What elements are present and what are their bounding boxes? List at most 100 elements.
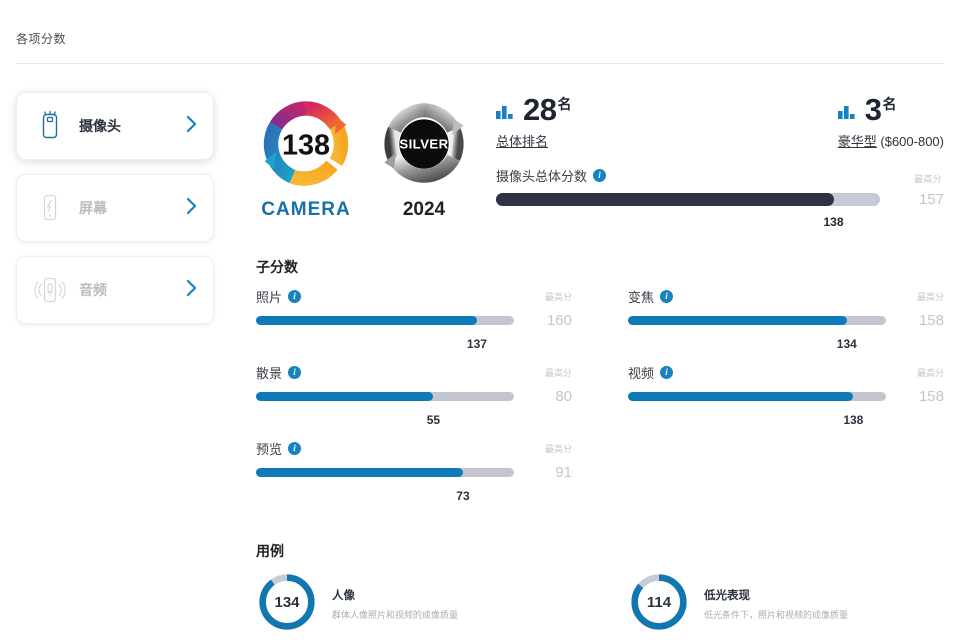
sub-score-max-label: 最高分: [916, 368, 944, 378]
info-icon[interactable]: i: [288, 290, 302, 303]
overall-score-max-label: 最高分: [914, 174, 942, 184]
segment-rank[interactable]: 3名 豪华型 ($600-800): [837, 92, 944, 150]
use-case-name: 人像: [332, 590, 355, 602]
badges: 138 CAMERA SILVER 2024: [256, 92, 474, 221]
award-badge-tier: SILVER: [399, 136, 448, 151]
main-content: 138 CAMERA SILVER 2024 28名 总体排名 3名 豪华型 (…: [214, 92, 960, 640]
sub-score-item: 照片 i 最高分 160 137: [256, 287, 572, 353]
sub-scores-grid: 照片 i 最高分 160 137 变焦 i 最高分 158 134 散景 i 最…: [256, 287, 944, 515]
score-badge-caption: CAMERA: [261, 199, 351, 220]
award-badge: SILVER 2024: [374, 96, 474, 221]
sub-score-track: [256, 468, 514, 477]
silver-award-icon: SILVER: [384, 103, 464, 183]
sub-score-fill: [256, 392, 434, 401]
sub-score-max-value: 158: [918, 388, 944, 405]
segment-rank-value: 3: [864, 92, 882, 127]
summary-row: 138 CAMERA SILVER 2024 28名 总体排名 3名 豪华型 (…: [256, 92, 944, 231]
sub-score-max-label: 最高分: [916, 292, 944, 302]
page-body: 摄像头 屏幕 音频 138 CAMERA SILVER 2024 28名 总体排…: [0, 64, 960, 640]
sidebar-item-display[interactable]: 屏幕: [16, 174, 214, 242]
sub-score-max-label: 最高分: [544, 444, 572, 454]
use-case-desc: 群体人像照片和视频的成像质量: [332, 610, 459, 620]
sub-score-value: 138: [843, 412, 864, 427]
segment-rank-label[interactable]: 豪华型: [838, 134, 877, 149]
scores-page: 各项分数 摄像头 屏幕 音频 138 CAMERA SILVER 2024 28…: [0, 0, 960, 640]
chevron-right-icon: [185, 279, 199, 302]
use-case-donut: 114 最高分 132: [628, 571, 690, 640]
sub-score-label: 照片: [256, 290, 283, 305]
dxomark-ring-icon: 138: [263, 101, 349, 186]
sub-score-max-value: 80: [555, 388, 572, 405]
sub-score-value: 137: [466, 336, 487, 351]
use-case-text: 人像 群体人像照片和视频的成像质量: [332, 571, 458, 621]
overall-rank-label[interactable]: 总体排名: [496, 134, 548, 149]
bar-chart-icon: [496, 103, 515, 125]
info-icon[interactable]: i: [593, 169, 607, 182]
bar-chart-icon: [837, 103, 857, 125]
use-case-item: 114 最高分 132 低光表现 低光条件下，照片和视频的成像质量: [628, 571, 944, 640]
overall-score-bar: 摄像头总体分数 i 最高分 157 138: [496, 166, 944, 231]
chevron-right-icon: [185, 115, 199, 138]
sub-score-fill: [628, 392, 854, 401]
sidebar-item-label: 摄像头: [79, 118, 121, 134]
overall-score-label: 摄像头总体分数: [496, 169, 588, 184]
segment-rank-price: ($600-800): [876, 134, 944, 149]
sub-score-item: 预览 i 最高分 91 73: [256, 439, 572, 505]
segment-rank-unit: 名: [882, 95, 897, 112]
chevron-right-icon: [185, 197, 199, 220]
phone-audio-icon: [33, 275, 67, 305]
sub-score-max-value: 91: [555, 464, 572, 481]
sub-score-fill: [256, 468, 463, 477]
sub-score-track: [628, 392, 886, 401]
sub-score-track: [256, 392, 514, 401]
overall-rank-unit: 名: [557, 95, 571, 112]
sidebar-item-camera[interactable]: 摄像头: [16, 92, 214, 160]
sub-score-value: 73: [456, 488, 470, 503]
grid-filler: [628, 439, 944, 515]
overall-score-track: [496, 193, 880, 206]
sub-score-track: [628, 316, 886, 325]
overall-rank[interactable]: 28名 总体排名: [496, 94, 571, 150]
sub-score-fill: [628, 316, 847, 325]
sub-score-label: 预览: [256, 442, 283, 457]
use-case-value: 134: [274, 593, 300, 611]
use-case-text: 低光表现 低光条件下，照片和视频的成像质量: [704, 571, 848, 621]
award-badge-caption: 2024: [402, 199, 446, 220]
sub-score-label: 视频: [628, 366, 655, 381]
sidebar-item-label: 音频: [79, 282, 107, 298]
sub-score-max-value: 160: [546, 312, 572, 329]
info-icon[interactable]: i: [288, 366, 302, 379]
use-case-item: 134 最高分 149 人像 群体人像照片和视频的成像质量: [256, 571, 572, 640]
overall-score-fill: [496, 193, 834, 206]
info-icon[interactable]: i: [660, 290, 674, 303]
sub-score-value: 134: [836, 336, 857, 351]
overall-rank-value: 28: [523, 92, 557, 127]
overall-score-value: 138: [823, 215, 844, 229]
score-badge: 138 CAMERA: [256, 96, 356, 221]
sub-score-label: 变焦: [628, 290, 655, 305]
rank-and-overall: 28名 总体排名 3名 豪华型 ($600-800) 摄像头总体分数 i 最高分…: [474, 92, 944, 231]
use-case-desc: 低光条件下，照片和视频的成像质量: [704, 610, 849, 620]
sub-score-label: 散景: [256, 366, 283, 381]
phone-display-icon: [33, 193, 67, 223]
use-cases-title: 用例: [256, 543, 284, 559]
score-badge-value: 138: [282, 130, 330, 162]
sub-score-value: 55: [426, 412, 441, 427]
info-icon[interactable]: i: [288, 442, 302, 455]
sub-score-item: 视频 i 最高分 158 138: [628, 363, 944, 429]
sidebar: 摄像头 屏幕 音频: [0, 92, 214, 640]
sub-score-fill: [256, 316, 477, 325]
sub-score-item: 变焦 i 最高分 158 134: [628, 287, 944, 353]
use-case-name: 低光表现: [704, 590, 750, 602]
sub-scores-title: 子分数: [256, 259, 298, 275]
sidebar-item-label: 屏幕: [79, 200, 107, 216]
sidebar-item-audio[interactable]: 音频: [16, 256, 214, 324]
sub-score-item: 散景 i 最高分 80 55: [256, 363, 572, 429]
page-header: 各项分数: [0, 0, 960, 47]
sub-score-max-value: 158: [918, 312, 944, 329]
use-cases: 134 最高分 149 人像 群体人像照片和视频的成像质量: [256, 571, 944, 640]
info-icon[interactable]: i: [660, 366, 674, 379]
use-case-value: 114: [646, 593, 672, 611]
ranks: 28名 总体排名 3名 豪华型 ($600-800): [496, 94, 944, 150]
phone-camera-icon: [33, 110, 67, 142]
